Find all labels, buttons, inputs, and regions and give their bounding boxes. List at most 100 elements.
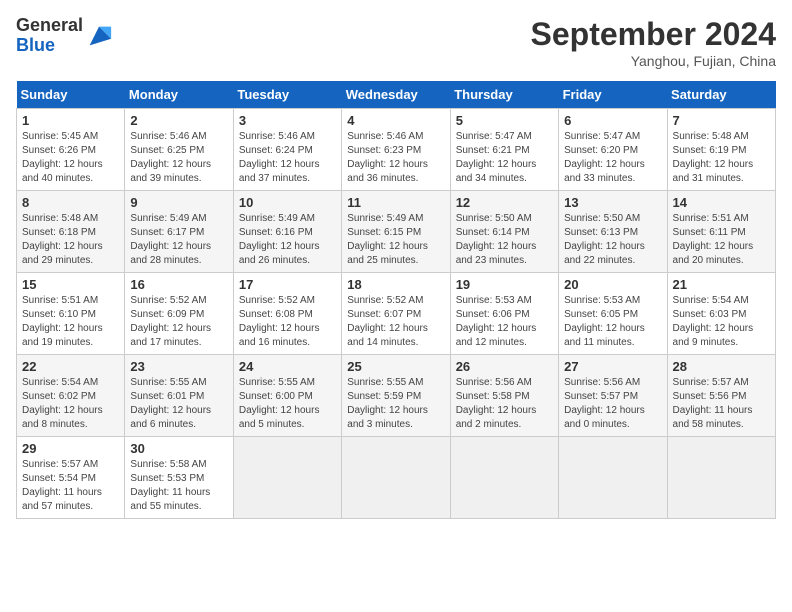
day-info: Sunrise: 5:55 AMSunset: 5:59 PMDaylight:… [347,376,444,432]
day-number: 5 [456,113,553,128]
day-info: Sunrise: 5:55 AMSunset: 6:01 PMDaylight:… [130,376,227,432]
day-cell-17: 17 Sunrise: 5:52 AMSunset: 6:08 PMDayligh… [233,273,341,355]
logo-blue: Blue [16,35,55,55]
weekday-header-sunday: Sunday [17,81,125,109]
day-cell-14: 14 Sunrise: 5:51 AMSunset: 6:11 PMDayligh… [667,191,775,273]
day-cell-9: 9 Sunrise: 5:49 AMSunset: 6:17 PMDaylight… [125,191,233,273]
day-info: Sunrise: 5:52 AMSunset: 6:07 PMDaylight:… [347,294,444,350]
calendar-week-4: 22Sunrise: 5:54 AMSunset: 6:02 PMDayligh… [17,355,776,437]
empty-cell [450,437,558,519]
day-info: Sunrise: 5:52 AMSunset: 6:08 PMDaylight:… [239,294,336,350]
weekday-header-row: SundayMondayTuesdayWednesdayThursdayFrid… [17,81,776,109]
day-number: 30 [130,441,227,456]
day-info: Sunrise: 5:48 AMSunset: 6:18 PMDaylight:… [22,212,119,268]
day-cell-2: 2 Sunrise: 5:46 AMSunset: 6:25 PMDaylight… [125,109,233,191]
day-cell-29: 29 Sunrise: 5:57 AMSunset: 5:54 PMDayligh… [17,437,125,519]
day-number: 11 [347,195,444,210]
logo-icon [85,22,113,50]
day-info: Sunrise: 5:53 AMSunset: 6:06 PMDaylight:… [456,294,553,350]
day-number: 14 [673,195,770,210]
day-cell-19: 19 Sunrise: 5:53 AMSunset: 6:06 PMDayligh… [450,273,558,355]
day-number: 4 [347,113,444,128]
day-info: Sunrise: 5:56 AMSunset: 5:58 PMDaylight:… [456,376,553,432]
month-title: September 2024 [531,16,776,53]
day-cell-26: 26 Sunrise: 5:56 AMSunset: 5:58 PMDayligh… [450,355,558,437]
day-cell-7: 7 Sunrise: 5:48 AMSunset: 6:19 PMDaylight… [667,109,775,191]
day-number: 6 [564,113,661,128]
empty-cell [667,437,775,519]
day-info: Sunrise: 5:49 AMSunset: 6:15 PMDaylight:… [347,212,444,268]
day-info: Sunrise: 5:58 AMSunset: 5:53 PMDaylight:… [130,458,227,514]
empty-cell [233,437,341,519]
day-number: 21 [673,277,770,292]
day-number: 18 [347,277,444,292]
page-header: General Blue September 2024 Yanghou, Fuj… [16,16,776,69]
day-info: Sunrise: 5:46 AMSunset: 6:23 PMDaylight:… [347,130,444,186]
day-info: Sunrise: 5:50 AMSunset: 6:13 PMDaylight:… [564,212,661,268]
day-number: 29 [22,441,119,456]
day-number: 2 [130,113,227,128]
day-info: Sunrise: 5:49 AMSunset: 6:16 PMDaylight:… [239,212,336,268]
logo: General Blue [16,16,113,56]
day-info: Sunrise: 5:53 AMSunset: 6:05 PMDaylight:… [564,294,661,350]
day-cell-21: 21 Sunrise: 5:54 AMSunset: 6:03 PMDayligh… [667,273,775,355]
day-cell-15: 15 Sunrise: 5:51 AMSunset: 6:10 PMDayligh… [17,273,125,355]
day-info: Sunrise: 5:48 AMSunset: 6:19 PMDaylight:… [673,130,770,186]
day-number: 26 [456,359,553,374]
calendar-week-5: 29 Sunrise: 5:57 AMSunset: 5:54 PMDayligh… [17,437,776,519]
day-info: Sunrise: 5:54 AMSunset: 6:03 PMDaylight:… [673,294,770,350]
day-info: Sunrise: 5:51 AMSunset: 6:10 PMDaylight:… [22,294,119,350]
day-cell-30: 30 Sunrise: 5:58 AMSunset: 5:53 PMDayligh… [125,437,233,519]
day-info: Sunrise: 5:57 AMSunset: 5:54 PMDaylight:… [22,458,119,514]
day-number: 28 [673,359,770,374]
day-info: Sunrise: 5:46 AMSunset: 6:24 PMDaylight:… [239,130,336,186]
weekday-header-saturday: Saturday [667,81,775,109]
day-info: Sunrise: 5:57 AMSunset: 5:56 PMDaylight:… [673,376,770,432]
calendar-week-2: 8 Sunrise: 5:48 AMSunset: 6:18 PMDaylight… [17,191,776,273]
day-info: Sunrise: 5:47 AMSunset: 6:20 PMDaylight:… [564,130,661,186]
day-number: 25 [347,359,444,374]
day-cell-5: 5 Sunrise: 5:47 AMSunset: 6:21 PMDaylight… [450,109,558,191]
day-number: 24 [239,359,336,374]
day-cell-13: 13 Sunrise: 5:50 AMSunset: 6:13 PMDayligh… [559,191,667,273]
day-info: Sunrise: 5:45 AMSunset: 6:26 PMDaylight:… [22,130,119,186]
day-cell-22: 22Sunrise: 5:54 AMSunset: 6:02 PMDayligh… [17,355,125,437]
day-cell-6: 6 Sunrise: 5:47 AMSunset: 6:20 PMDaylight… [559,109,667,191]
weekday-header-thursday: Thursday [450,81,558,109]
day-info: Sunrise: 5:49 AMSunset: 6:17 PMDaylight:… [130,212,227,268]
day-cell-3: 3 Sunrise: 5:46 AMSunset: 6:24 PMDaylight… [233,109,341,191]
day-info: Sunrise: 5:56 AMSunset: 5:57 PMDaylight:… [564,376,661,432]
day-number: 17 [239,277,336,292]
day-cell-24: 24Sunrise: 5:55 AMSunset: 6:00 PMDayligh… [233,355,341,437]
day-number: 9 [130,195,227,210]
day-number: 3 [239,113,336,128]
day-info: Sunrise: 5:47 AMSunset: 6:21 PMDaylight:… [456,130,553,186]
day-cell-11: 11 Sunrise: 5:49 AMSunset: 6:15 PMDayligh… [342,191,450,273]
day-number: 8 [22,195,119,210]
day-number: 19 [456,277,553,292]
day-cell-16: 16Sunrise: 5:52 AMSunset: 6:09 PMDayligh… [125,273,233,355]
day-info: Sunrise: 5:50 AMSunset: 6:14 PMDaylight:… [456,212,553,268]
day-cell-12: 12Sunrise: 5:50 AMSunset: 6:14 PMDayligh… [450,191,558,273]
day-cell-27: 27 Sunrise: 5:56 AMSunset: 5:57 PMDayligh… [559,355,667,437]
weekday-header-tuesday: Tuesday [233,81,341,109]
day-number: 27 [564,359,661,374]
day-info: Sunrise: 5:51 AMSunset: 6:11 PMDaylight:… [673,212,770,268]
day-number: 22 [22,359,119,374]
day-cell-20: 20 Sunrise: 5:53 AMSunset: 6:05 PMDayligh… [559,273,667,355]
day-number: 7 [673,113,770,128]
day-number: 13 [564,195,661,210]
calendar-table: SundayMondayTuesdayWednesdayThursdayFrid… [16,81,776,519]
day-number: 20 [564,277,661,292]
day-number: 23 [130,359,227,374]
day-number: 10 [239,195,336,210]
day-cell-25: 25 Sunrise: 5:55 AMSunset: 5:59 PMDayligh… [342,355,450,437]
day-number: 15 [22,277,119,292]
weekday-header-monday: Monday [125,81,233,109]
day-info: Sunrise: 5:46 AMSunset: 6:25 PMDaylight:… [130,130,227,186]
day-number: 1 [22,113,119,128]
day-cell-28: 28 Sunrise: 5:57 AMSunset: 5:56 PMDayligh… [667,355,775,437]
calendar-week-3: 15 Sunrise: 5:51 AMSunset: 6:10 PMDayligh… [17,273,776,355]
day-cell-8: 8 Sunrise: 5:48 AMSunset: 6:18 PMDaylight… [17,191,125,273]
logo-general: General [16,15,83,35]
